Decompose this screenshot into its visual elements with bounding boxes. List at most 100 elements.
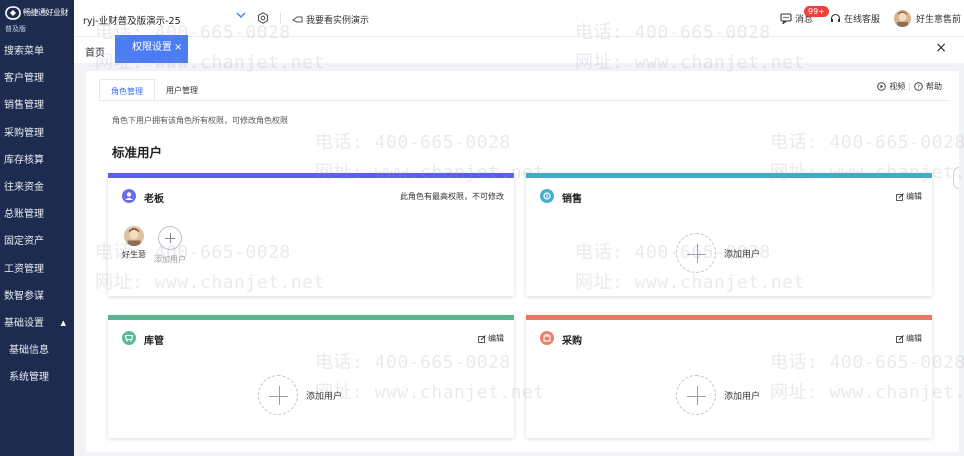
service-label: 在线客服 xyxy=(844,15,881,25)
sidebar-group-basic-settings[interactable]: 基础设置 ▲ xyxy=(0,310,74,337)
divider xyxy=(86,452,959,456)
message-count-badge: 99+ xyxy=(804,6,829,17)
sidebar-item-payroll[interactable]: 工资管理 xyxy=(0,256,74,283)
online-service-button[interactable]: 在线客服 xyxy=(830,12,880,25)
coin-icon xyxy=(540,189,554,203)
card-accent-bar xyxy=(108,315,514,320)
edit-icon xyxy=(896,192,904,201)
plus-icon xyxy=(676,375,716,415)
bag-icon xyxy=(540,331,554,345)
demo-link[interactable]: 我要看实例演示 xyxy=(292,13,369,26)
add-user-label: 添加用户 xyxy=(724,249,761,260)
role-name: 销售 xyxy=(562,194,582,205)
help-links: 视频 | ? 帮助 xyxy=(877,81,942,92)
divider xyxy=(280,13,281,24)
add-user-label: 添加用户 xyxy=(306,391,343,402)
help-link[interactable]: 帮助 xyxy=(926,81,942,92)
play-icon[interactable] xyxy=(877,82,887,91)
caret-up-icon: ▲ xyxy=(60,318,66,327)
role-name: 库管 xyxy=(144,336,164,347)
sidebar-item-ledger[interactable]: 总账管理 xyxy=(0,201,74,228)
edit-icon xyxy=(896,334,904,343)
tab-home[interactable]: 首页 xyxy=(85,44,105,59)
plus-icon xyxy=(158,226,182,250)
edit-button[interactable]: 编辑 xyxy=(896,333,922,344)
logo-text: 畅捷通好业财 xyxy=(23,8,69,17)
sidebar-item-search[interactable]: 搜索菜单 xyxy=(0,38,74,65)
sidebar-item-analytics[interactable]: 数智参谋 xyxy=(0,283,74,310)
user-member[interactable]: 好生意 xyxy=(121,226,147,260)
role-hint: 角色下用户拥有该角色所有权限，可修改角色权限 xyxy=(112,116,288,125)
tab-label: 权限设置 xyxy=(132,42,172,53)
sidebar-subitem-system[interactable]: 系统管理 xyxy=(0,364,74,391)
sidebar: 畅捷通好业财 普及版 搜索菜单 客户管理 销售管理 采购管理 库存核算 往来资金… xyxy=(0,0,74,456)
plus-icon xyxy=(676,233,716,273)
svg-text:?: ? xyxy=(917,85,920,91)
divider xyxy=(99,100,949,101)
message-icon xyxy=(780,13,792,24)
side-panel-handle[interactable] xyxy=(953,167,959,189)
add-user-label: 添加用户 xyxy=(154,255,186,264)
tab-user-management[interactable]: 用户管理 xyxy=(155,79,209,101)
sidebar-item-purchase[interactable]: 采购管理 xyxy=(0,120,74,147)
edit-button[interactable]: 编辑 xyxy=(896,191,922,202)
video-link[interactable]: 视频 xyxy=(889,81,905,92)
card-accent-bar xyxy=(108,173,514,178)
role-card-warehouse: 库管 编辑 添加用户 xyxy=(108,315,514,438)
tab-permission-settings[interactable]: 权限设置 × xyxy=(115,35,188,63)
tab-role-management[interactable]: 角色管理 xyxy=(99,79,155,101)
add-user-label: 添加用户 xyxy=(724,391,761,402)
subtabs: 角色管理 用户管理 xyxy=(99,79,209,101)
edition-label: 普及版 xyxy=(5,25,26,33)
add-user-button[interactable]: 添加用户 xyxy=(154,226,186,265)
role-name: 采购 xyxy=(562,336,582,347)
gear-icon[interactable] xyxy=(257,12,269,24)
page-tabs: 首页 权限设置 × × xyxy=(74,35,964,63)
role-name: 老板 xyxy=(144,194,164,205)
user-menu[interactable]: 好生意售前 xyxy=(894,10,961,27)
add-user-button[interactable]: 添加用户 xyxy=(676,233,760,273)
sidebar-item-sales[interactable]: 销售管理 xyxy=(0,92,74,119)
person-icon xyxy=(122,189,136,203)
role-card-boss: 老板 此角色有最高权限，不可修改 好生意 添加用户 xyxy=(108,173,514,296)
add-user-button[interactable]: 添加用户 xyxy=(258,375,342,415)
card-accent-bar xyxy=(526,315,932,320)
sidebar-subitem-basic-info[interactable]: 基础信息 xyxy=(0,337,74,364)
sidebar-item-customer[interactable]: 客户管理 xyxy=(0,65,74,92)
help-icon[interactable]: ? xyxy=(914,82,923,91)
close-icon[interactable]: × xyxy=(935,40,947,56)
main-content: 角色管理 用户管理 视频 | ? 帮助 角色下用户拥有该角色所有权限，可修改角色… xyxy=(86,71,959,456)
edit-label: 编辑 xyxy=(906,192,922,201)
top-bar: ryj-业财普及版演示-25 我要看实例演示 消息 99+ 在线客服 好生意售前 xyxy=(74,0,964,37)
edit-label: 编辑 xyxy=(488,334,504,343)
add-user-button[interactable]: 添加用户 xyxy=(676,375,760,415)
sidebar-item-assets[interactable]: 固定资产 xyxy=(0,228,74,255)
logo: 畅捷通好业财 普及版 xyxy=(0,0,74,38)
sidebar-group-label: 基础设置 xyxy=(4,317,44,329)
sidebar-item-funds[interactable]: 往来资金 xyxy=(0,174,74,201)
avatar xyxy=(124,226,144,246)
close-tab-icon[interactable]: × xyxy=(174,35,182,61)
cart-icon xyxy=(122,331,136,345)
plus-icon xyxy=(258,375,298,415)
edit-label: 编辑 xyxy=(906,334,922,343)
section-title: 标准用户 xyxy=(112,145,163,160)
chevron-down-icon[interactable] xyxy=(234,8,248,22)
logo-icon xyxy=(5,6,21,20)
demo-icon xyxy=(292,16,303,22)
demo-label: 我要看实例演示 xyxy=(306,16,370,26)
edit-icon xyxy=(478,334,486,343)
account-selector[interactable]: ryj-业财普及版演示-25 xyxy=(83,13,181,27)
role-note: 此角色有最高权限，不可修改 xyxy=(400,192,504,201)
sidebar-item-inventory[interactable]: 库存核算 xyxy=(0,147,74,174)
card-accent-bar xyxy=(526,173,932,178)
user-name: 好生意售前 xyxy=(916,15,962,25)
headset-icon xyxy=(830,13,841,22)
edit-button[interactable]: 编辑 xyxy=(478,333,504,344)
divider: | xyxy=(908,82,911,91)
member-name: 好生意 xyxy=(122,250,146,259)
role-card-sales: 销售 编辑 添加用户 xyxy=(526,173,932,296)
app-window: 畅捷通好业财 普及版 搜索菜单 客户管理 销售管理 采购管理 库存核算 往来资金… xyxy=(0,0,964,456)
role-card-purchase: 采购 编辑 添加用户 xyxy=(526,315,932,438)
avatar xyxy=(894,10,911,27)
